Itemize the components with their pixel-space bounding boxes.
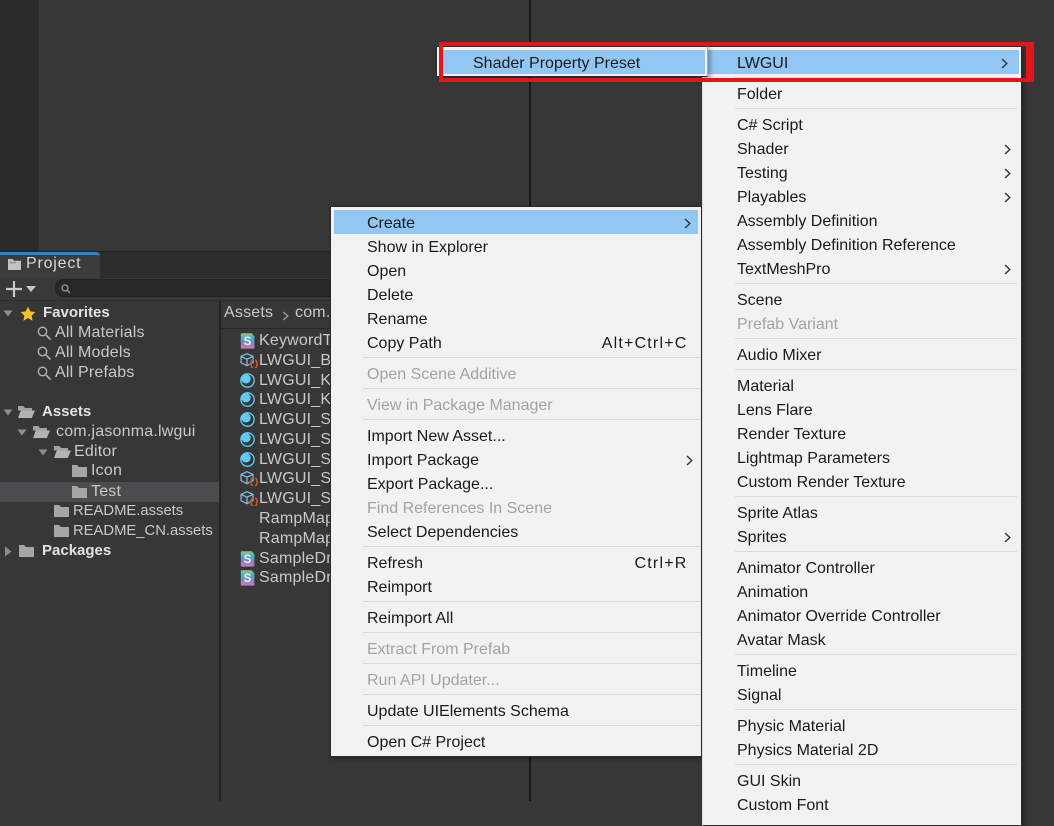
svg-text:S: S: [244, 336, 252, 348]
svg-text:S: S: [244, 574, 252, 586]
svg-text:S: S: [244, 554, 252, 566]
